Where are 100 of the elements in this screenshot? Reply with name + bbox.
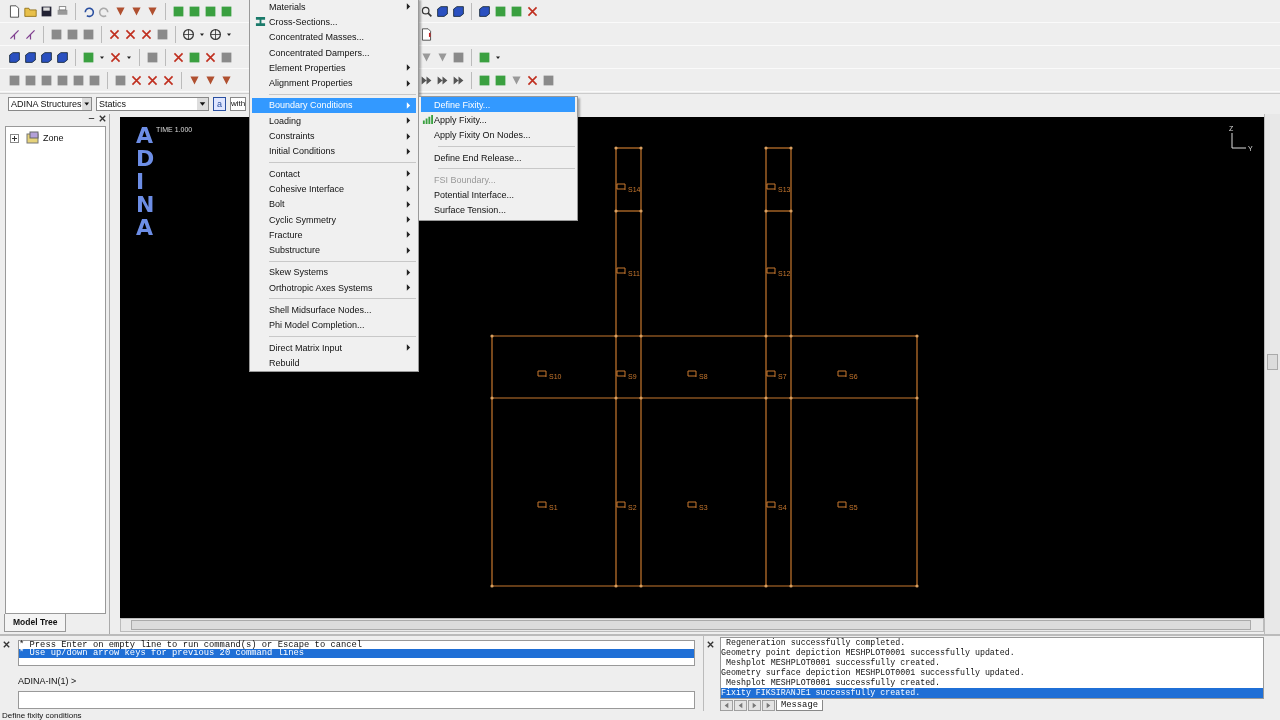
square-icon[interactable] (220, 50, 233, 64)
menu-item[interactable]: Phi Model Completion... (252, 317, 416, 333)
document-icon[interactable] (420, 27, 433, 41)
text-field[interactable]: with (230, 97, 246, 111)
square-icon[interactable] (188, 50, 201, 64)
square-icon[interactable] (24, 73, 37, 87)
axes-icon[interactable] (8, 27, 21, 41)
square-icon[interactable] (542, 73, 555, 87)
menu-item[interactable]: Substructure (252, 242, 416, 258)
tree-item[interactable]: Zone (43, 133, 64, 143)
menu-item[interactable]: Constraints (252, 128, 416, 144)
cross-icon[interactable] (140, 27, 153, 41)
square-icon[interactable] (114, 73, 127, 87)
menu-item[interactable]: Direct Matrix Input (252, 339, 416, 356)
cross-icon[interactable] (146, 73, 159, 87)
square-icon[interactable] (66, 27, 79, 41)
triangle-icon[interactable] (436, 50, 449, 64)
target-icon[interactable] (209, 27, 222, 41)
cross-icon[interactable] (108, 27, 121, 41)
cross-icon[interactable] (526, 4, 539, 18)
square-icon[interactable] (82, 50, 95, 64)
square-icon[interactable] (452, 50, 465, 64)
menu-item[interactable]: Initial Conditions (252, 143, 416, 159)
cross-icon[interactable] (162, 73, 175, 87)
triangle-icon[interactable] (220, 73, 233, 87)
square-icon[interactable] (510, 4, 523, 18)
square-icon[interactable] (188, 4, 201, 18)
menu-item[interactable]: Define End Release... (421, 149, 575, 166)
triangle-icon[interactable] (114, 4, 127, 18)
cross-icon[interactable] (124, 27, 137, 41)
menu-item[interactable]: Alignment Properties (252, 75, 416, 91)
square-icon[interactable] (40, 73, 53, 87)
menu-item[interactable]: Surface Tension... (421, 202, 575, 219)
square-icon[interactable] (478, 50, 491, 64)
square-icon[interactable] (146, 50, 159, 64)
square-icon[interactable] (50, 27, 63, 41)
cube-icon[interactable] (40, 50, 53, 64)
square-icon[interactable] (494, 73, 507, 87)
cross-icon[interactable] (172, 50, 185, 64)
square-icon[interactable] (88, 73, 101, 87)
cube-icon[interactable] (8, 50, 21, 64)
cube-icon[interactable] (24, 50, 37, 64)
mode-button[interactable]: a (213, 97, 226, 111)
square-icon[interactable] (72, 73, 85, 87)
save-icon[interactable] (40, 4, 53, 18)
square-icon[interactable] (156, 27, 169, 41)
menu-item[interactable]: Loading (252, 113, 416, 129)
horizontal-scrollbar[interactable] (120, 618, 1264, 632)
dropdown[interactable]: ADINA Structures (8, 97, 92, 111)
tab[interactable]: Model Tree (4, 614, 67, 632)
menu-item[interactable]: Shell Midsurface Nodes... (252, 302, 416, 318)
cross-icon[interactable] (109, 50, 122, 64)
square-icon[interactable] (8, 73, 21, 87)
menu-item[interactable]: Potential Interface... (421, 187, 575, 203)
menu-item[interactable]: Rebuild (252, 355, 416, 371)
menu-item[interactable]: Fracture (252, 227, 416, 243)
triangle-icon[interactable] (146, 4, 159, 18)
triangle-icon[interactable] (204, 73, 217, 87)
cube-icon[interactable] (56, 50, 69, 64)
square-icon[interactable] (478, 73, 491, 87)
tab[interactable]: Message (776, 699, 823, 711)
menu-item[interactable]: Cross-Sections... (252, 14, 416, 30)
search-icon[interactable] (420, 4, 433, 18)
triangle-icon[interactable] (130, 4, 143, 18)
target-icon[interactable] (182, 27, 195, 41)
triangle-icon[interactable] (510, 73, 523, 87)
square-icon[interactable] (204, 4, 217, 18)
close-icon[interactable] (2, 640, 11, 649)
cube-icon[interactable] (478, 4, 491, 18)
square-icon[interactable] (82, 27, 95, 41)
vertical-scrollbar[interactable] (1264, 114, 1280, 634)
scrollbar-thumb[interactable] (1267, 354, 1278, 370)
menu-item[interactable]: Concentrated Masses... (252, 29, 416, 45)
scrollbar-thumb[interactable] (131, 620, 1251, 630)
axes-icon[interactable] (24, 27, 37, 41)
menu-item[interactable]: Apply Fixity... (421, 112, 575, 128)
menu-item[interactable]: Apply Fixity On Nodes... (421, 127, 575, 143)
menu-item[interactable]: Cyclic Symmetry (252, 211, 416, 228)
triangle-icon[interactable] (420, 50, 433, 64)
menu-item[interactable]: Contact (252, 165, 416, 182)
square-icon[interactable] (220, 4, 233, 18)
square-icon[interactable] (56, 73, 69, 87)
menu-item[interactable]: Orthotropic Axes Systems (252, 280, 416, 296)
document-icon[interactable] (8, 4, 21, 18)
menu-item[interactable]: Cohesive Interface (252, 181, 416, 197)
menu-item[interactable]: Bolt (252, 196, 416, 212)
close-icon[interactable] (706, 640, 715, 649)
cube-icon[interactable] (452, 4, 465, 18)
expand-icon[interactable] (10, 133, 19, 143)
menu-item[interactable]: Materials (252, 0, 416, 15)
menu-item[interactable]: Skew Systems (252, 264, 416, 281)
menu-item[interactable]: Element Properties (252, 60, 416, 76)
cube-icon[interactable] (436, 4, 449, 18)
cross-icon[interactable] (130, 73, 143, 87)
close-icon[interactable] (98, 114, 107, 123)
triangle-icon[interactable] (188, 73, 201, 87)
command-input-field[interactable] (18, 691, 695, 709)
undo-icon[interactable] (82, 4, 95, 18)
square-icon[interactable] (172, 4, 185, 18)
cross-icon[interactable] (526, 73, 539, 87)
